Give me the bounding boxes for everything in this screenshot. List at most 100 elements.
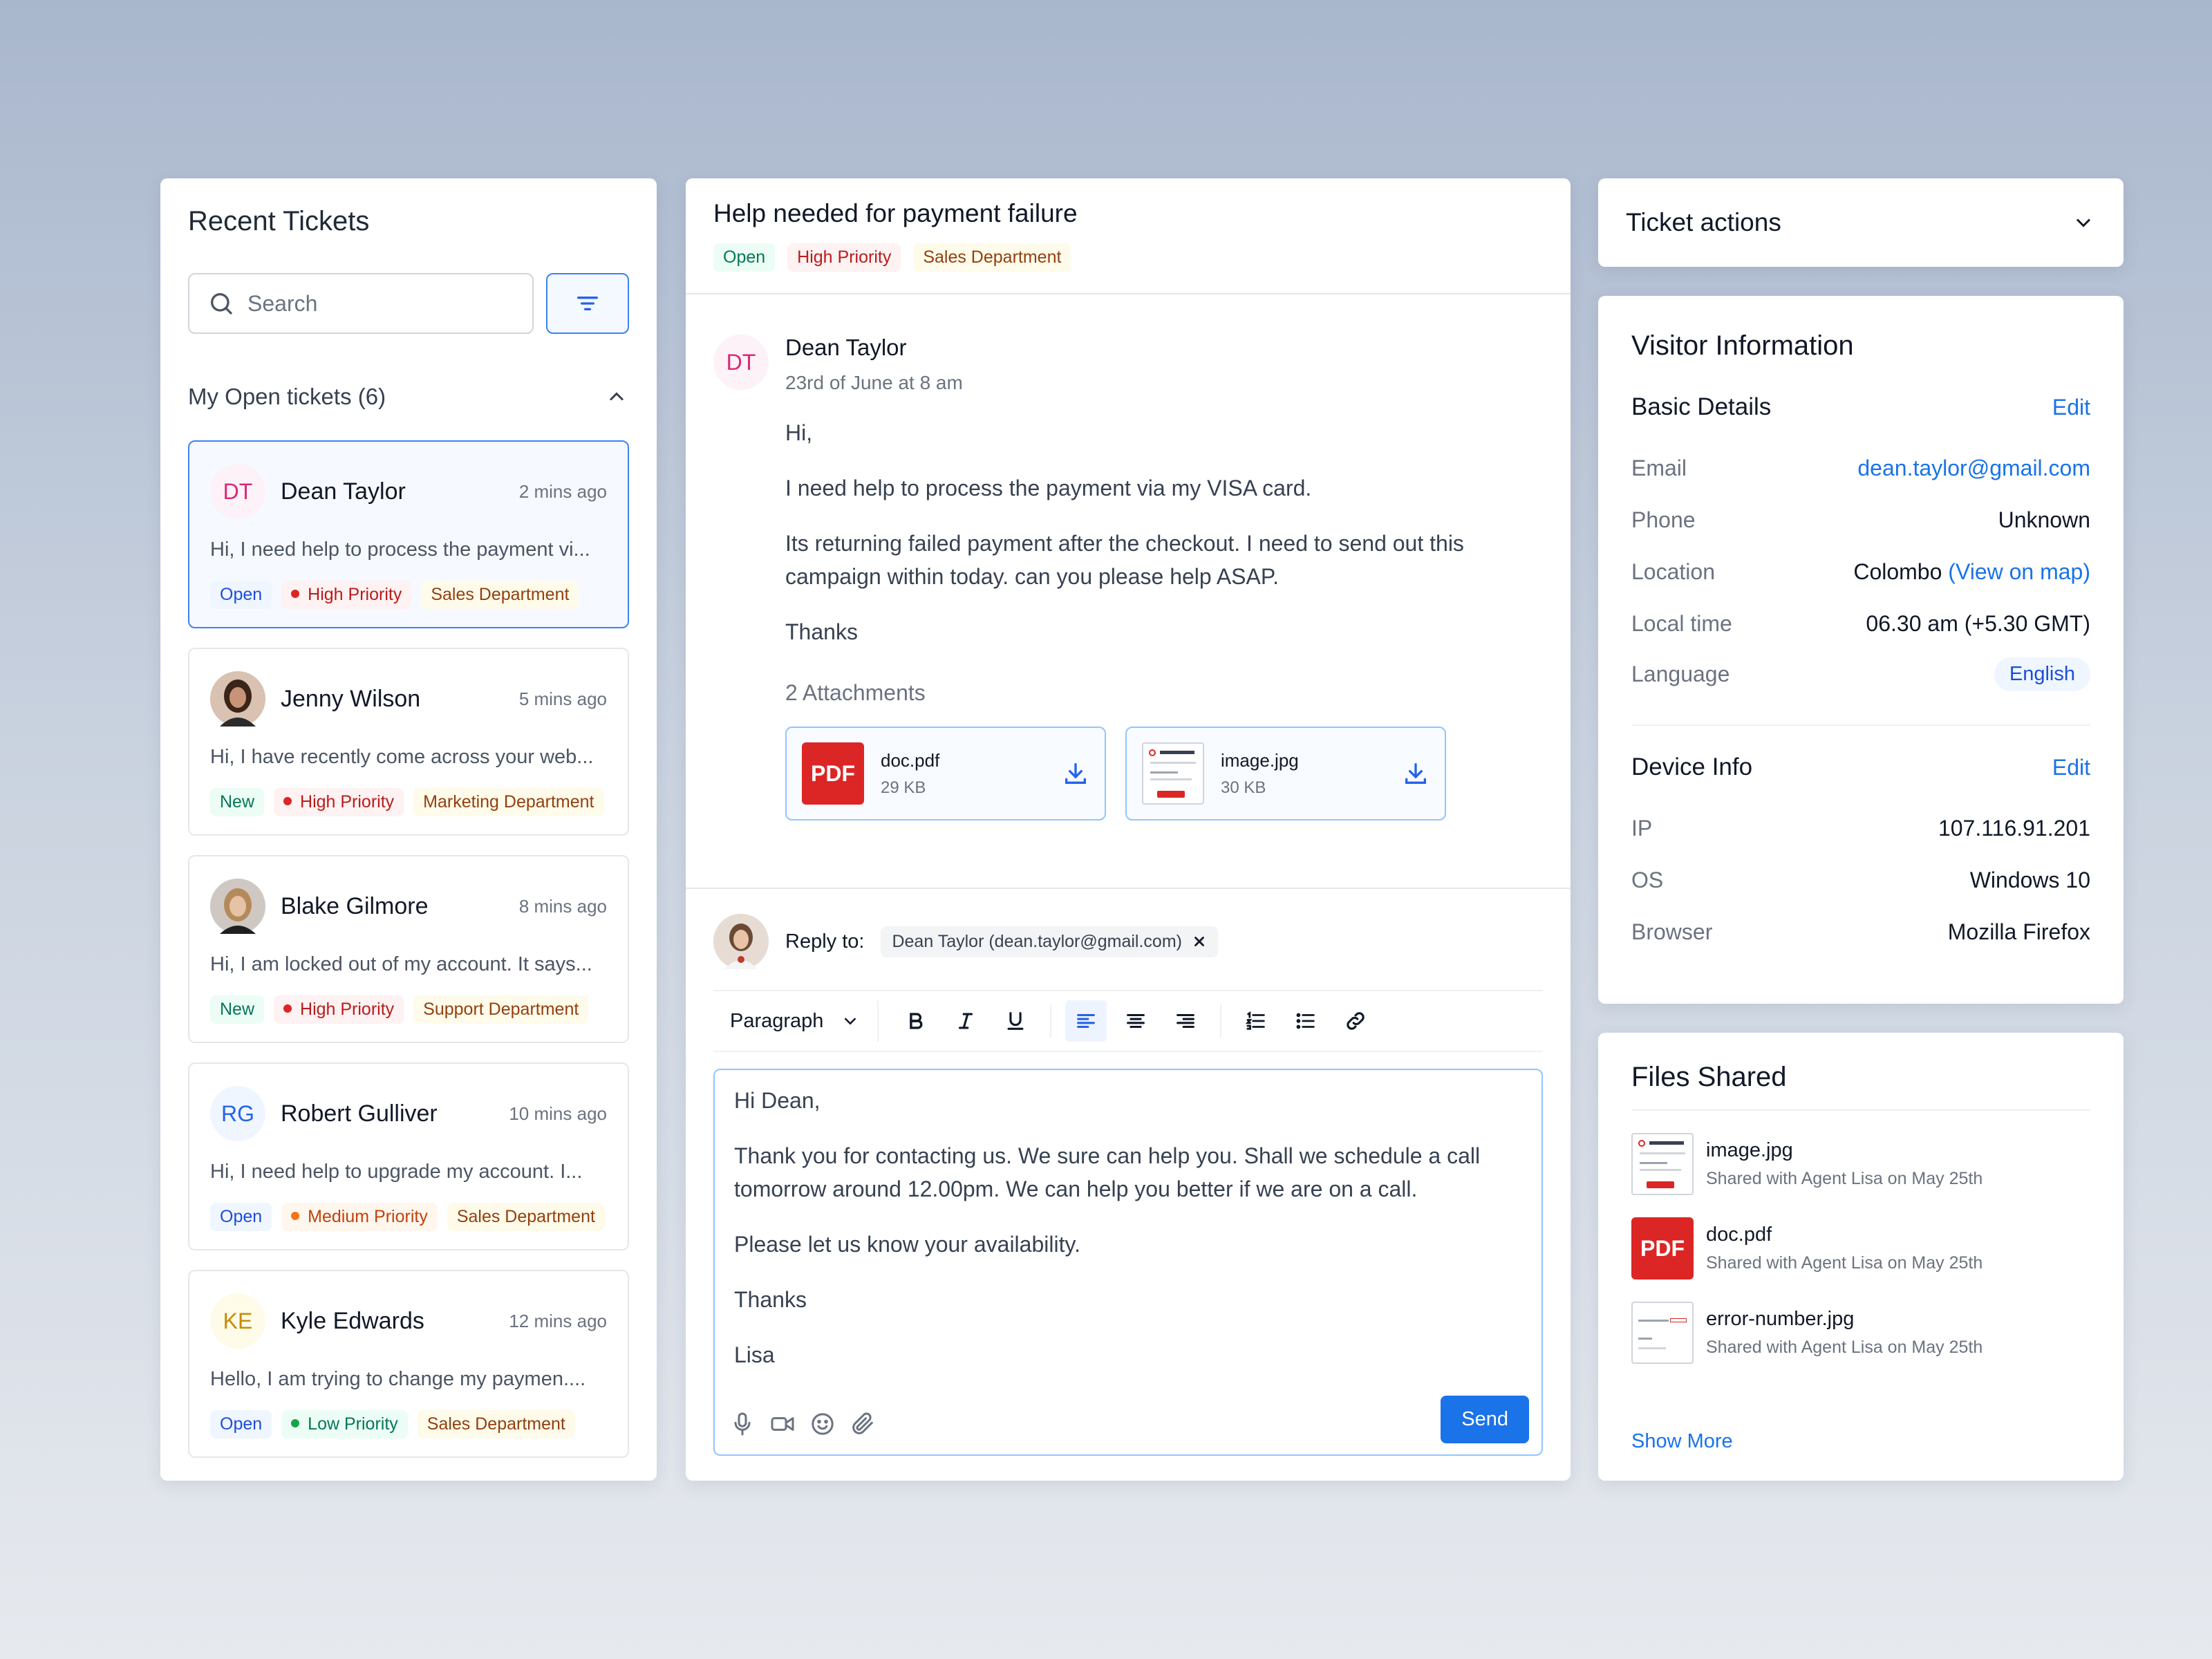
- ticket-card-blake-gilmore[interactable]: Blake Gilmore 8 mins ago Hi, I am locked…: [188, 855, 629, 1043]
- reply-to-label: Reply to:: [785, 930, 865, 953]
- priority-badge: High Priority: [281, 581, 412, 609]
- shared-file-item[interactable]: image.jpg Shared with Agent Lisa on May …: [1631, 1133, 2090, 1195]
- reply-editor[interactable]: Hi Dean, Thank you for contacting us. We…: [713, 1069, 1543, 1456]
- attachment-name: doc.pdf: [881, 749, 940, 771]
- ticket-name: Kyle Edwards: [281, 1307, 424, 1334]
- priority-badge: Low Priority: [281, 1410, 408, 1438]
- bold-icon: [910, 1013, 923, 1029]
- ticket-card-dean-taylor[interactable]: DT Dean Taylor 2 mins ago Hi, I need hel…: [188, 440, 629, 628]
- shared-file-item[interactable]: error-number.jpg Shared with Agent Lisa …: [1631, 1302, 2090, 1364]
- avatar: RG: [210, 1086, 265, 1141]
- attachment-image-jpg[interactable]: image.jpg 30 KB: [1125, 727, 1446, 821]
- download-icon[interactable]: [1062, 760, 1089, 787]
- download-icon[interactable]: [1402, 760, 1430, 787]
- browser-row: Browser Mozilla Firefox: [1631, 919, 2090, 944]
- conversation-panel: Help needed for payment failure Open Hig…: [686, 178, 1571, 1481]
- align-right-icon: [1177, 1013, 1195, 1029]
- priority-badge: High Priority: [787, 243, 901, 272]
- file-meta: Shared with Agent Lisa on May 25th: [1706, 1169, 1983, 1188]
- ticket-name: Jenny Wilson: [281, 685, 421, 712]
- tickets-title: Recent Tickets: [188, 206, 370, 236]
- avatar: DT: [713, 335, 769, 390]
- align-left-icon: [1077, 1013, 1096, 1029]
- department-badge: Support Department: [413, 995, 589, 1024]
- visitor-info-panel: Visitor Information Basic Details Edit E…: [1598, 296, 2124, 1004]
- file-name: image.jpg: [1706, 1139, 1793, 1161]
- edit-device-info-link[interactable]: Edit: [2052, 755, 2090, 780]
- underline-button[interactable]: [995, 1000, 1036, 1042]
- search-input[interactable]: Search: [188, 273, 534, 334]
- email-row: Email dean.taylor@gmail.com: [1631, 456, 2090, 481]
- priority-badge: Medium Priority: [281, 1203, 438, 1231]
- bullet-list-icon: [1296, 1013, 1315, 1029]
- ticket-time: 5 mins ago: [518, 688, 607, 709]
- ticket-card-kyle-edwards[interactable]: KE Kyle Edwards 12 mins ago Hello, I am …: [188, 1270, 629, 1458]
- department-badge: Sales Department: [421, 581, 579, 609]
- ticket-name: Blake Gilmore: [281, 892, 429, 919]
- chevron-down-icon: [845, 1018, 856, 1025]
- email-link[interactable]: dean.taylor@gmail.com: [1857, 456, 2090, 481]
- recipient-chip[interactable]: Dean Taylor (dean.taylor@gmail.com): [881, 926, 1218, 957]
- open-tickets-label: My Open tickets (6): [188, 384, 386, 409]
- attachments-title: 2 Attachments: [785, 680, 926, 705]
- attachment-size: 30 KB: [1221, 778, 1266, 797]
- file-meta: Shared with Agent Lisa on May 25th: [1706, 1338, 1983, 1357]
- attachment-icon[interactable]: [849, 1410, 877, 1438]
- department-badge: Sales Department: [913, 243, 1071, 272]
- language-row: Language English: [1631, 657, 2090, 691]
- close-icon[interactable]: [1192, 934, 1207, 949]
- ticket-preview: Hello, I am trying to change my paymen..…: [210, 1368, 586, 1390]
- ticket-card-robert-gulliver[interactable]: RG Robert Gulliver 10 mins ago Hi, I nee…: [188, 1062, 629, 1250]
- basic-details-title: Basic Details: [1631, 393, 1772, 420]
- conversation-title: Help needed for payment failure: [713, 199, 1078, 227]
- format-dropdown[interactable]: Paragraph: [713, 1000, 879, 1042]
- status-badge: New: [210, 995, 265, 1024]
- department-badge: Marketing Department: [413, 788, 604, 816]
- ticket-time: 8 mins ago: [518, 895, 607, 917]
- attachment-doc-pdf[interactable]: PDF doc.pdf 29 KB: [785, 727, 1106, 821]
- agent-avatar: [713, 914, 769, 969]
- filter-button[interactable]: [546, 273, 629, 334]
- link-button[interactable]: [1335, 1000, 1376, 1042]
- status-badge: Open: [713, 243, 776, 272]
- ticket-time: 2 mins ago: [518, 480, 607, 502]
- priority-badge: High Priority: [274, 995, 404, 1024]
- bullet-list-button[interactable]: [1285, 1000, 1327, 1042]
- status-badge: New: [210, 788, 265, 816]
- bold-button[interactable]: [895, 1000, 937, 1042]
- edit-basic-details-link[interactable]: Edit: [2052, 395, 2090, 420]
- align-center-icon: [1127, 1013, 1145, 1029]
- search-icon: [211, 293, 233, 315]
- send-button[interactable]: Send: [1441, 1396, 1529, 1443]
- chevron-down-icon: [2076, 218, 2091, 227]
- align-left-button[interactable]: [1065, 1000, 1107, 1042]
- editor-toolbar: Paragraph: [713, 991, 1543, 1052]
- files-title: Files Shared: [1631, 1062, 2090, 1111]
- view-on-map-link[interactable]: (View on map): [1948, 559, 2090, 584]
- attachment-name: image.jpg: [1221, 749, 1299, 771]
- chevron-up-icon: [609, 392, 624, 401]
- italic-button[interactable]: [945, 1000, 986, 1042]
- ticket-actions-label: Ticket actions: [1626, 208, 1781, 236]
- message-author: Dean Taylor: [785, 335, 907, 360]
- shared-file-item[interactable]: PDF doc.pdf Shared with Agent Lisa on Ma…: [1631, 1217, 2090, 1280]
- ticket-preview: Hi, I need help to process the payment v…: [210, 538, 590, 561]
- numbered-list-button[interactable]: [1235, 1000, 1277, 1042]
- ticket-actions-dropdown[interactable]: Ticket actions: [1598, 178, 2124, 267]
- ticket-preview: Hi, I need help to upgrade my account. I…: [210, 1161, 583, 1183]
- reply-body[interactable]: Hi Dean, Thank you for contacting us. We…: [734, 1084, 1522, 1371]
- show-more-link[interactable]: Show More: [1631, 1430, 1733, 1453]
- department-badge: Sales Department: [447, 1203, 605, 1231]
- emoji-icon[interactable]: [809, 1410, 836, 1438]
- video-icon[interactable]: [769, 1410, 796, 1438]
- message-date: 23rd of June at 8 am: [785, 372, 963, 393]
- align-center-button[interactable]: [1115, 1000, 1156, 1042]
- ticket-card-jenny-wilson[interactable]: Jenny Wilson 5 mins ago Hi, I have recen…: [188, 648, 629, 836]
- microphone-icon[interactable]: [729, 1410, 756, 1438]
- phone-row: Phone Unknown: [1631, 507, 2090, 532]
- language-badge: English: [1994, 657, 2090, 691]
- pdf-icon: PDF: [802, 742, 864, 805]
- image-thumbnail: [1631, 1302, 1694, 1364]
- align-right-button[interactable]: [1165, 1000, 1206, 1042]
- open-tickets-toggle[interactable]: My Open tickets (6): [188, 384, 629, 410]
